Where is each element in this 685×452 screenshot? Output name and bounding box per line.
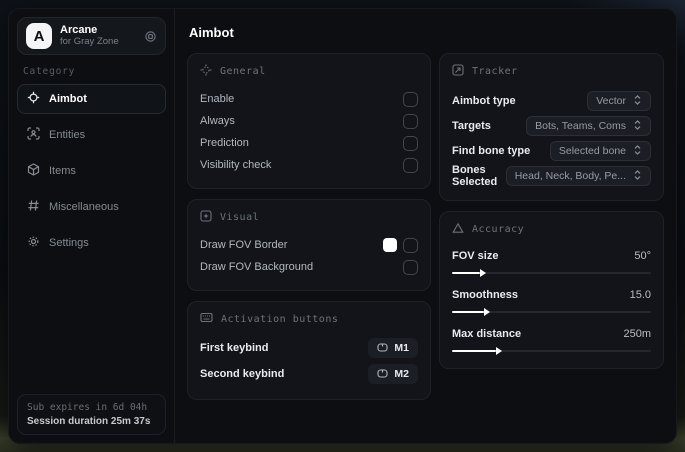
setting-row-smoothness: Smoothness 15.0 [452,285,651,317]
tracker-card: Tracker Aimbot type Vector Targets Bots,… [439,53,664,201]
sidebar-item-entities[interactable]: Entities [17,120,166,150]
card-title: General [220,66,266,77]
app-logo: A [26,23,52,49]
draw-fov-background-checkbox[interactable] [403,259,418,275]
setting-row-find-bone-type: Find bone type Selected bone [452,138,651,163]
setting-row-fov-size: FOV size 50° [452,246,651,278]
card-title: Activation buttons [221,313,339,325]
app-header: A Arcane for Gray Zone [17,17,166,55]
subscription-status: Sub expires in 6d 04h Session duration 2… [17,394,166,435]
setting-row-targets: Targets Bots, Teams, Coms [452,113,651,138]
sidebar-item-aimbot[interactable]: Aimbot [17,84,166,114]
first-keybind-button[interactable]: M1 [368,338,418,358]
setting-row-draw-fov-background: Draw FOV Background [200,256,418,278]
target-arrow-icon [452,64,464,79]
unfold-icon [633,92,642,110]
category-label: Category [23,66,76,77]
setting-row-always: Always [200,110,418,132]
sidebar-item-settings[interactable]: Settings [17,228,166,258]
mouse-icon [377,365,388,383]
visibility-check-checkbox[interactable] [403,157,418,173]
sparkle-square-icon [200,210,212,225]
general-card: General Enable Always Prediction Visibil… [187,53,431,189]
sidebar-item-label: Aimbot [49,93,87,105]
sidebar-item-label: Entities [49,129,86,141]
card-title: Accuracy [472,224,525,235]
card-title: Tracker [472,66,518,77]
cheat-menu-window: A Arcane for Gray Zone Category Aimbot E… [8,8,677,444]
setting-row-draw-fov-border: Draw FOV Border [200,234,418,256]
unfold-icon [633,142,642,160]
aimbot-type-select[interactable]: Vector [587,90,651,111]
enable-checkbox[interactable] [403,91,418,107]
sidebar-item-label: Settings [49,237,89,249]
crosshair-dashed-icon [200,64,212,79]
sub-expires-text: Sub expires in 6d 04h [27,402,148,413]
app-title-block: Arcane for Gray Zone [60,24,119,48]
keyboard-icon [200,312,213,326]
sidebar-item-items[interactable]: Items [17,156,166,186]
bones-selected-select[interactable]: Head, Neck, Body, Pe... [505,165,651,186]
main-content: Aimbot General Enable Always Prediction … [175,9,676,443]
card-title: Visual [220,212,260,223]
scan-person-icon [27,127,40,143]
fov-size-slider[interactable] [452,268,651,278]
unfold-icon [633,117,642,135]
power-icon[interactable] [144,30,157,43]
second-keybind-button[interactable]: M2 [368,364,418,384]
always-checkbox[interactable] [403,113,418,129]
setting-row-visibility-check: Visibility check [200,154,418,176]
session-duration-text: Session duration 25m 37s [27,416,151,427]
activation-buttons-card: Activation buttons First keybind M1 Seco… [187,301,431,400]
setting-row-first-keybind: First keybind M1 [200,335,418,361]
app-subtitle: for Gray Zone [60,35,119,47]
smoothness-slider[interactable] [452,307,651,317]
sidebar-item-label: Miscellaneous [49,201,119,213]
targets-select[interactable]: Bots, Teams, Coms [526,115,651,136]
setting-row-bones-selected: Bones Selected Head, Neck, Body, Pe... [452,163,651,188]
crosshair-icon [27,91,40,107]
app-name: Arcane [60,24,98,37]
unfold-icon [633,167,642,185]
setting-row-prediction: Prediction [200,132,418,154]
sidebar-item-miscellaneous[interactable]: Miscellaneous [17,192,166,222]
page-title: Aimbot [189,25,234,40]
hash-icon [27,199,40,215]
fov-border-color-swatch[interactable] [383,238,397,252]
max-distance-slider[interactable] [452,346,651,356]
triangle-icon [452,222,464,237]
find-bone-type-select[interactable]: Selected bone [549,140,651,161]
setting-row-aimbot-type: Aimbot type Vector [452,88,651,113]
setting-row-max-distance: Max distance 250m [452,324,651,356]
package-icon [27,163,40,179]
visual-card: Visual Draw FOV Border Draw FOV Backgrou… [187,199,431,291]
mouse-icon [377,339,388,357]
draw-fov-border-checkbox[interactable] [403,237,418,253]
setting-row-second-keybind: Second keybind M2 [200,361,418,387]
sidebar-item-label: Items [49,165,76,177]
accuracy-card: Accuracy FOV size 50° Smoothness 15.0 Ma… [439,211,664,369]
setting-row-enable: Enable [200,88,418,110]
prediction-checkbox[interactable] [403,135,418,151]
gear-icon [27,235,40,251]
sidebar: A Arcane for Gray Zone Category Aimbot E… [9,9,175,443]
